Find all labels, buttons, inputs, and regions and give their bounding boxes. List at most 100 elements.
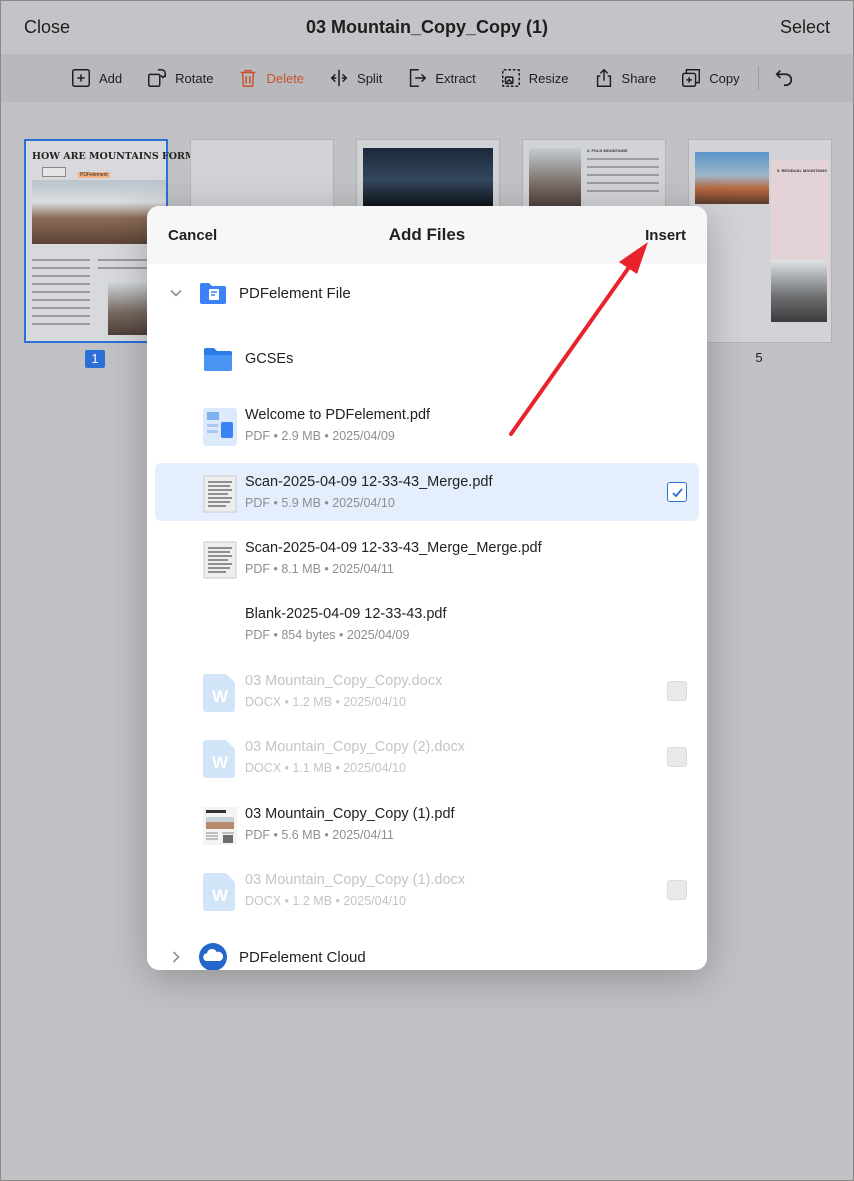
file-row[interactable]: Blank-2025-04-09 12-33-43.pdf PDF • 854 …	[155, 595, 699, 653]
file-name: Scan-2025-04-09 12-33-43_Merge.pdf	[245, 474, 493, 490]
toolbar-divider	[757, 66, 759, 90]
scan-doc-icon	[203, 475, 237, 513]
undo-icon	[775, 69, 792, 86]
chevron-down-icon[interactable]	[169, 286, 183, 300]
page-thumbnail-5[interactable]: 5. RESIDUAL MOUNTAINS	[688, 139, 832, 343]
file-name: Blank-2025-04-09 12-33-43.pdf	[245, 606, 447, 622]
trash-icon	[241, 69, 256, 87]
file-checkbox-disabled	[667, 880, 687, 900]
undo-button[interactable]	[773, 66, 795, 91]
close-button[interactable]: Close	[24, 17, 70, 38]
cloud-icon	[199, 943, 227, 970]
file-name: Scan-2025-04-09 12-33-43_Merge_Merge.pdf	[245, 540, 542, 556]
file-name: Welcome to PDFelement.pdf	[245, 407, 431, 423]
file-checkbox-disabled	[667, 747, 687, 767]
delete-button[interactable]: Delete	[237, 67, 304, 89]
folder-row-pdfelement-file[interactable]: PDFelement File	[147, 268, 707, 318]
pdf-welcome-icon	[203, 408, 237, 446]
page5-heading: 5. RESIDUAL MOUNTAINS	[777, 168, 827, 173]
copy-button[interactable]: Copy	[680, 67, 740, 89]
rotate-icon	[148, 69, 167, 87]
file-meta: PDF • 5.9 MB • 2025/04/10	[245, 496, 395, 510]
split-label: Split	[357, 70, 383, 86]
file-row[interactable]: 03 Mountain_Copy_Copy (1).pdf PDF • 5.6 …	[155, 795, 699, 853]
pdfelement-folder-icon	[200, 283, 226, 304]
delete-label: Delete	[266, 70, 305, 86]
rotate-button[interactable]: Rotate	[146, 67, 213, 89]
select-button[interactable]: Select	[780, 17, 830, 38]
share-button[interactable]: Share	[593, 67, 657, 89]
resize-icon	[501, 69, 520, 87]
word-doc-icon: W	[203, 740, 235, 778]
checkmark-icon	[671, 487, 683, 497]
file-name: 03 Mountain_Copy_Copy (1).pdf	[245, 806, 455, 822]
page-number-1: 1	[85, 350, 105, 368]
mountain-sunset-photo	[695, 152, 769, 204]
add-button[interactable]: Add	[70, 67, 122, 89]
dialog-header: Cancel Add Files Insert	[147, 206, 707, 264]
rotate-label: Rotate	[175, 70, 214, 86]
file-row[interactable]: Scan-2025-04-09 12-33-43_Merge_Merge.pdf…	[155, 529, 699, 587]
file-row[interactable]: Welcome to PDFelement.pdf PDF • 2.9 MB •…	[155, 396, 699, 454]
top-bar: Close 03 Mountain_Copy_Copy (1) Select	[0, 0, 854, 54]
canyon-photo	[529, 148, 581, 208]
svg-text:W: W	[212, 753, 229, 772]
copy-icon	[682, 69, 701, 87]
insert-button[interactable]: Insert	[645, 227, 686, 244]
share-label: Share	[621, 70, 657, 86]
word-doc-icon: W	[203, 674, 235, 712]
add-label: Add	[99, 70, 123, 86]
scan-doc-icon	[203, 541, 237, 579]
night-sky-photo	[363, 148, 493, 206]
page4-heading: 2. FOLD MOUNTAINS	[587, 148, 628, 153]
file-meta: PDF • 5.6 MB • 2025/04/11	[245, 828, 394, 842]
file-checkbox-checked[interactable]	[667, 482, 687, 502]
mountain-photo	[32, 180, 166, 244]
page-heading: HOW ARE MOUNTAINS FORMED?	[32, 151, 217, 162]
file-row-disabled: W 03 Mountain_Copy_Copy (2).docx DOCX • …	[155, 728, 699, 786]
split-button[interactable]: Split	[328, 67, 382, 89]
file-meta: PDF • 2.9 MB • 2025/04/09	[245, 429, 395, 443]
folder-name: GCSEs	[245, 351, 294, 367]
pdf-mountain-icon	[203, 807, 237, 845]
extract-button[interactable]: Extract	[406, 67, 476, 89]
extract-icon	[410, 69, 427, 87]
resize-label: Resize	[528, 70, 569, 86]
file-meta: DOCX • 1.2 MB • 2025/04/10	[245, 695, 406, 709]
page-label-box	[42, 167, 66, 177]
share-icon	[596, 68, 611, 87]
file-name: 03 Mountain_Copy_Copy (1).docx	[245, 872, 466, 888]
cancel-button[interactable]: Cancel	[168, 227, 217, 244]
file-checkbox-disabled	[667, 681, 687, 701]
file-name: 03 Mountain_Copy_Copy (2).docx	[245, 739, 466, 755]
copy-label: Copy	[709, 70, 740, 86]
file-row-disabled: W 03 Mountain_Copy_Copy.docx DOCX • 1.2 …	[155, 662, 699, 720]
svg-text:W: W	[212, 687, 229, 706]
resize-button[interactable]: Resize	[500, 67, 569, 89]
folder-label: PDFelement File	[239, 284, 351, 302]
chevron-right-icon[interactable]	[169, 950, 183, 964]
svg-text:W: W	[212, 886, 229, 905]
page-toolbar: Add Rotate Delete Split Extract Resize S…	[0, 54, 854, 102]
file-meta: PDF • 854 bytes • 2025/04/09	[245, 628, 410, 642]
file-meta: DOCX • 1.2 MB • 2025/04/10	[245, 894, 406, 908]
file-row-selected[interactable]: Scan-2025-04-09 12-33-43_Merge.pdf PDF •…	[155, 463, 699, 521]
split-icon	[330, 69, 348, 87]
blank-doc-icon	[204, 608, 236, 644]
page-badge: PDFelement	[78, 172, 110, 178]
extract-label: Extract	[435, 70, 476, 86]
folder-row-pdfelement-cloud[interactable]: PDFelement Cloud	[147, 932, 707, 970]
word-doc-icon: W	[203, 873, 235, 911]
file-meta: PDF • 8.1 MB • 2025/04/11	[245, 562, 394, 576]
file-name: 03 Mountain_Copy_Copy.docx	[245, 673, 443, 689]
add-page-icon	[72, 69, 90, 87]
add-files-dialog: Cancel Add Files Insert PDFelement File …	[147, 206, 707, 970]
file-meta: DOCX • 1.1 MB • 2025/04/10	[245, 761, 406, 775]
dialog-title: Add Files	[388, 225, 466, 244]
bw-mountain-photo	[771, 260, 827, 322]
document-title: 03 Mountain_Copy_Copy (1)	[305, 16, 549, 37]
folder-icon	[204, 348, 232, 371]
file-row-disabled: W 03 Mountain_Copy_Copy (1).docx DOCX • …	[155, 861, 699, 919]
folder-row-gcses[interactable]: GCSEs	[155, 330, 699, 388]
page-number-5: 5	[755, 350, 763, 365]
